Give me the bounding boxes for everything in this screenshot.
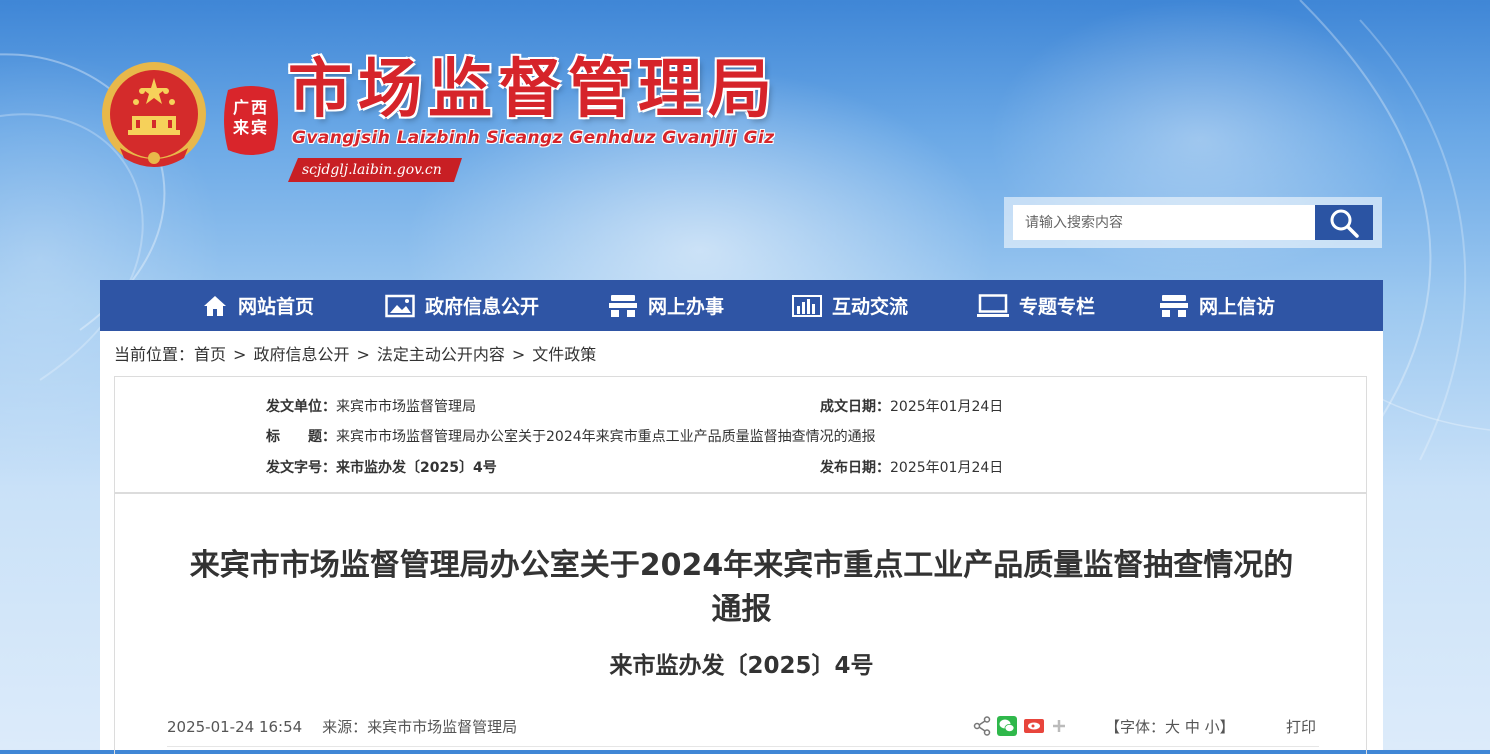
article-info: 2025-01-24 16:54 来源：来宾市市场监督管理局: [167, 716, 537, 737]
meta-doc-number: 发文字号：来市监办发〔2025〕4号: [266, 457, 497, 477]
font-size-label: 【字体：: [1105, 718, 1166, 736]
breadcrumb-statutory-content[interactable]: 法定主动公开内容: [377, 341, 505, 365]
nav-item-interaction[interactable]: 互动交流: [792, 280, 908, 331]
article-source: 来源：来宾市市场监督管理局: [322, 718, 518, 736]
breadcrumb-separator: >: [356, 345, 370, 364]
search-button[interactable]: [1315, 205, 1373, 240]
search-input[interactable]: [1013, 205, 1319, 240]
article-title-line: 通报: [711, 592, 772, 627]
bar-chart-icon: [792, 294, 822, 317]
nav-item-petition[interactable]: 网上信访: [1159, 280, 1275, 331]
site-domain: scjdglj.laibin.gov.cn: [288, 158, 462, 182]
meta-title-value: 来宾市市场监督管理局办公室关于2024年来宾市重点工业产品质量监督抽查情况的通报: [336, 429, 876, 445]
font-size-medium[interactable]: 中: [1185, 718, 1200, 736]
region-name: 广西 来宾: [232, 98, 269, 137]
breadcrumb-prefix: 当前位置：: [114, 345, 195, 364]
site-title: 市场监督管理局: [288, 53, 778, 127]
wechat-icon[interactable]: [997, 716, 1017, 736]
nav-item-label: 网站首页: [238, 296, 315, 318]
meta-issuer-label: 发文单位：: [266, 399, 336, 415]
meta-publish-date: 发布日期：2025年01月24日: [820, 457, 1003, 477]
home-icon: [204, 295, 226, 316]
article-box: 来宾市市场监督管理局办公室关于2024年来宾市重点工业产品质量监督抽查情况的 通…: [114, 494, 1367, 754]
desk-icon: [609, 294, 637, 317]
article-title-line: 来宾市市场监督管理局办公室关于2024年来宾市重点工业产品质量监督抽查情况的: [189, 548, 1294, 583]
meta-doc-number-value: 来市监办发〔2025〕4号: [336, 460, 497, 476]
site-subtitle: Gvangjsih Laizbinh Sicangz Genhduz Gvanj…: [292, 128, 775, 148]
monitor-icon: [977, 293, 1009, 317]
document-meta-box: 发文单位：来宾市市场监督管理局 成文日期：2025年01月24日 标 题：来宾市…: [114, 376, 1367, 494]
article-title: 来宾市市场监督管理局办公室关于2024年来宾市重点工业产品质量监督抽查情况的 通…: [155, 544, 1328, 632]
more-share-icon[interactable]: [1051, 718, 1067, 734]
nav-item-home[interactable]: 网站首页: [202, 280, 314, 331]
nav-item-gov-info[interactable]: 政府信息公开: [385, 280, 539, 331]
meta-issuer-value: 来宾市市场监督管理局: [336, 399, 476, 415]
breadcrumb-home[interactable]: 首页: [194, 341, 226, 365]
share-icon[interactable]: [973, 716, 991, 736]
breadcrumb-gov-info[interactable]: 政府信息公开: [253, 341, 349, 365]
breadcrumb-separator: >: [511, 345, 526, 364]
meta-title-label: 标 题：: [266, 429, 336, 445]
article-divider: [167, 746, 1319, 747]
meta-publish-date-value: 2025年01月24日: [890, 460, 1004, 476]
print-button[interactable]: 打印: [1286, 716, 1316, 737]
image-icon: [385, 294, 415, 317]
nav-item-online-service[interactable]: 网上办事: [608, 280, 724, 331]
nav-item-label: 网上办事: [648, 296, 725, 318]
nav-item-label: 政府信息公开: [425, 296, 540, 318]
nav-item-label: 网上信访: [1199, 296, 1276, 318]
meta-title: 标 题：来宾市市场监督管理局办公室关于2024年来宾市重点工业产品质量监督抽查情…: [266, 426, 876, 446]
breadcrumb-separator: >: [233, 345, 247, 364]
font-size-small[interactable]: 小: [1205, 718, 1220, 736]
font-size-control: 【字体：大 中 小】: [1105, 716, 1235, 737]
meta-written-date: 成文日期：2025年01月24日: [820, 396, 1003, 416]
nav-item-special-topics[interactable]: 专题专栏: [977, 280, 1095, 331]
meta-written-date-label: 成文日期：: [820, 399, 890, 415]
national-emblem-icon: [102, 62, 206, 167]
main-content: 当前位置：首页 > 政府信息公开 > 法定主动公开内容 > 文件政策 发文单位：来宾市市场监…: [100, 331, 1383, 754]
nav-item-label: 专题专栏: [1019, 296, 1096, 318]
article-datetime: 2025-01-24 16:54: [167, 718, 303, 736]
breadcrumb: 当前位置：首页 > 政府信息公开 > 法定主动公开内容 > 文件政策: [114, 341, 596, 365]
article-doc-number: 来市监办发〔2025〕4号: [609, 653, 874, 679]
weibo-icon[interactable]: [1023, 716, 1045, 736]
meta-doc-number-label: 发文字号：: [266, 460, 336, 476]
search-icon: [1330, 209, 1359, 238]
share-area: [973, 716, 1067, 736]
font-size-close-bracket: 】: [1219, 718, 1235, 736]
meta-issuer: 发文单位：来宾市市场监督管理局: [266, 396, 476, 416]
breadcrumb-policy-docs[interactable]: 文件政策: [532, 341, 596, 365]
font-size-large[interactable]: 大: [1165, 718, 1180, 736]
desk-icon: [1160, 294, 1188, 317]
meta-written-date-value: 2025年01月24日: [890, 399, 1004, 415]
main-nav: 网站首页 政府信息公开 网上办事 互动交流 专题专栏 网上信访: [100, 280, 1383, 331]
nav-item-label: 互动交流: [832, 296, 909, 318]
meta-publish-date-label: 发布日期：: [820, 460, 890, 476]
